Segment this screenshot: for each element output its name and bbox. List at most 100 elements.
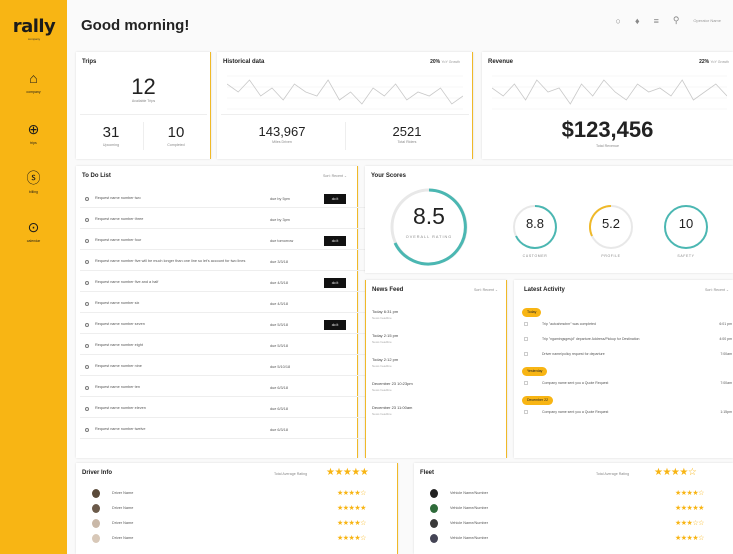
todo-row[interactable]: Request name number six due 4/3/18 (80, 296, 366, 313)
row-name: Vehicle Name/Number (450, 536, 488, 540)
checkbox[interactable] (85, 407, 89, 411)
todo-row[interactable]: Request name number seven due 5/3/18 do it (80, 317, 366, 334)
checkbox[interactable] (85, 281, 89, 285)
menu-icon[interactable]: ≡ (654, 16, 659, 26)
todo-due: due 6/3/18 (270, 407, 288, 411)
home-icon: ⌂ (29, 70, 38, 86)
growth-value: 20% (430, 59, 441, 65)
todo-row[interactable]: Request name number two due by 5pm do it (80, 191, 366, 208)
checkbox[interactable] (85, 428, 89, 432)
checkbox[interactable] (85, 365, 89, 369)
checkbox[interactable] (524, 410, 528, 414)
score-label: CUSTOMER (522, 254, 548, 258)
do-it-button[interactable]: do it (324, 278, 346, 288)
checkbox[interactable] (85, 344, 89, 348)
news-item[interactable]: December 23 11:00am News headline (372, 405, 412, 416)
nav-item-calendar[interactable]: ⊙ calendar (6, 219, 61, 243)
logo[interactable]: rally company (12, 16, 56, 41)
checkbox[interactable] (85, 218, 89, 222)
row-name: Vehicle Name/Number (450, 506, 488, 510)
activity-date-tag: Today (522, 308, 542, 317)
rating-row[interactable]: Vehicle Name/Number ★★★★★ (420, 502, 720, 516)
user-name[interactable]: Operator Name (693, 18, 721, 23)
rating-row[interactable]: Driver Name ★★★★★ (82, 502, 382, 516)
todo-card: To Do List Sort: Recent ⌄ Request name n… (76, 166, 366, 458)
nav-item-trips[interactable]: ⊕ trips (6, 121, 61, 145)
score-value: 5.2 (601, 216, 621, 231)
do-it-button[interactable]: do it (324, 236, 346, 246)
todo-due: due 6/3/18 (270, 428, 288, 432)
news-time: Today 2:15 pm (372, 333, 399, 338)
user-icon[interactable]: ⚲ (673, 15, 680, 26)
todo-row[interactable]: Request name number ten due 6/3/18 (80, 380, 366, 397)
star-rating: ★★★★☆ (675, 535, 704, 542)
checkbox[interactable] (85, 386, 89, 390)
nav-label: trips (30, 141, 37, 145)
rating-row[interactable]: Driver Name ★★★★☆ (82, 517, 382, 531)
row-name: Vehicle Name/Number (450, 521, 488, 525)
todo-name: Request name number eleven (95, 406, 146, 410)
checkbox[interactable] (85, 260, 89, 264)
avatar (92, 534, 100, 543)
checkbox[interactable] (85, 197, 89, 201)
todo-due: due by 3pm (270, 218, 290, 222)
checkbox[interactable] (85, 302, 89, 306)
todo-name: Request name number six (95, 301, 140, 305)
search-icon[interactable]: ○ (616, 16, 621, 26)
historical-sparkline (227, 75, 463, 110)
bell-icon[interactable]: ♦ (635, 16, 640, 26)
overall-score-label: OVERALL RATING (405, 235, 453, 239)
todo-row[interactable]: Request name number eleven due 6/3/18 (80, 401, 366, 418)
nav-item-company[interactable]: ⌂ company (6, 70, 61, 94)
activity-time: 6:01 pm (719, 322, 732, 326)
todo-row[interactable]: Request name number nine due 5/10/18 (80, 359, 366, 376)
avatar (430, 489, 438, 498)
score-value: 8.8 (525, 216, 545, 231)
growth-note: YoY Growth (710, 60, 729, 64)
rating-row[interactable]: Vehicle Name/Number ★★★★☆ (420, 532, 720, 546)
checkbox[interactable] (524, 352, 528, 356)
row-name: Driver Name (112, 536, 134, 540)
nav-item-billing[interactable]: ⓢ billing (6, 170, 61, 194)
todo-row[interactable]: Request name number five and a half due 4… (80, 275, 366, 292)
rating-row[interactable]: Driver Name ★★★★☆ (82, 532, 382, 546)
news-item[interactable]: Today 6:31 pm News headline (372, 309, 398, 320)
todo-row[interactable]: Request name number twelve due 6/3/18 (80, 422, 366, 439)
sort-dropdown[interactable]: Sort: Recent ⌄ (705, 288, 729, 292)
do-it-button[interactable]: do it (324, 194, 346, 204)
star-rating: ★★★★★ (337, 505, 366, 512)
todo-name: Request name number ten (95, 385, 140, 389)
todo-due: due tomorrow (270, 239, 294, 243)
news-time: Today 6:31 pm (372, 309, 399, 314)
todo-row[interactable]: Request name number eight due 5/3/18 (80, 338, 366, 355)
customer-score: 8.8 CUSTOMER (511, 203, 559, 258)
checkbox[interactable] (524, 337, 528, 341)
do-it-button[interactable]: do it (324, 320, 346, 330)
todo-name: Request name number twelve (95, 427, 146, 431)
todo-row[interactable]: Request name number three due by 3pm (80, 212, 366, 229)
news-headline: News headline (372, 340, 392, 344)
star-rating: ★★★★☆ (337, 520, 366, 527)
rating-row[interactable]: Vehicle Name/Number ★★★★☆ (420, 487, 720, 501)
todo-due: due 5/10/18 (270, 365, 291, 369)
avatar (430, 519, 438, 528)
todo-row[interactable]: Request name number five will be much lo… (80, 254, 366, 271)
sort-dropdown[interactable]: Sort: Recent ⌄ (474, 288, 498, 292)
rating-row[interactable]: Driver Name ★★★★☆ (82, 487, 382, 501)
checkbox[interactable] (524, 322, 528, 326)
todo-row[interactable]: Request name number four due tomorrow do i… (80, 233, 366, 250)
news-item[interactable]: December 23 10:23pm News headline (372, 381, 413, 392)
news-headline: News headline (372, 412, 392, 416)
sort-dropdown[interactable]: Sort: Recent ⌄ (323, 174, 347, 178)
checkbox[interactable] (85, 323, 89, 327)
star-rating: ★★★★☆ (337, 535, 366, 542)
news-time: December 23 11:00am (372, 405, 413, 410)
checkbox[interactable] (524, 381, 528, 385)
news-item[interactable]: Today 2:12 pm News headline (372, 357, 398, 368)
todo-name: Request name number three (95, 217, 144, 221)
checkbox[interactable] (85, 239, 89, 243)
avatar (92, 489, 100, 498)
news-item[interactable]: Today 2:15 pm News headline (372, 333, 398, 344)
rating-row[interactable]: Vehicle Name/Number ★★★☆☆ (420, 517, 720, 531)
news-headline: News headline (372, 364, 392, 368)
